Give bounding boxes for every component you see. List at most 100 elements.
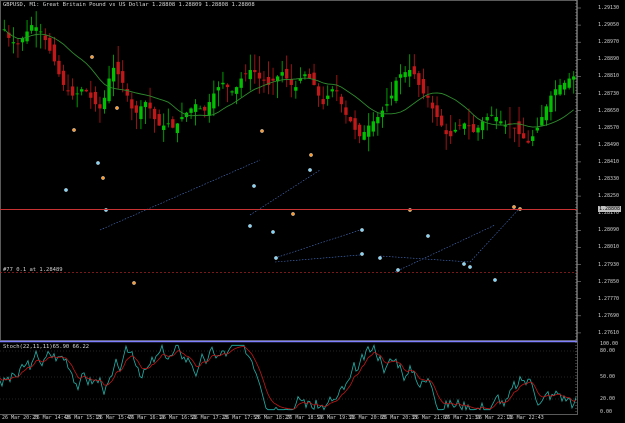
candle-body	[531, 136, 535, 141]
candle-body	[562, 82, 567, 90]
candle-body	[421, 79, 426, 94]
candle-body	[398, 74, 403, 78]
candle-body	[517, 121, 521, 135]
candle-body	[189, 108, 193, 113]
candle-body	[11, 42, 16, 44]
candle-body	[335, 90, 339, 92]
trade-arrow-icon	[104, 208, 108, 212]
trend-line	[379, 255, 471, 263]
candle-body	[285, 68, 289, 79]
candle-body	[48, 37, 52, 51]
price-axis-label: 1.27850	[598, 278, 620, 285]
price-axis-label: 1.27610	[598, 329, 620, 336]
candle-body	[43, 35, 47, 41]
candle-body	[230, 91, 234, 93]
candle-body	[430, 102, 435, 109]
price-axis-label: 1.28730	[598, 90, 620, 97]
candle-body	[417, 73, 421, 85]
candle-body	[171, 119, 175, 128]
trade-arrow-icon	[309, 153, 313, 157]
candle-body	[280, 72, 284, 76]
candle-body	[89, 92, 93, 98]
trend-line	[394, 224, 496, 273]
candle-body	[29, 25, 34, 31]
price-axis-label: 1.28570	[598, 124, 620, 131]
trade-arrow-icon	[426, 234, 430, 238]
candle-body	[61, 70, 66, 85]
trade-arrow-icon	[360, 228, 364, 232]
candle-body	[111, 67, 116, 82]
price-axis-label: 1.28650	[598, 107, 620, 114]
trend-line	[469, 209, 519, 263]
trade-arrow-icon	[132, 281, 136, 285]
candle-body	[339, 96, 344, 105]
candle-body	[98, 104, 102, 109]
candle-body	[553, 89, 558, 96]
trade-arrow-icon	[115, 106, 119, 110]
trade-arrow-icon	[468, 265, 472, 269]
trade-arrow-icon	[462, 262, 466, 266]
candle-body	[412, 66, 416, 75]
candle-body	[207, 102, 211, 116]
main-panel-frame	[0, 0, 577, 341]
trade-arrow-icon	[518, 207, 522, 211]
trade-arrow-icon	[396, 268, 400, 272]
chart-window[interactable]: GBPUSD, M1: Great Britain Pound vs US Do…	[0, 0, 625, 423]
candle-body	[376, 117, 380, 124]
trade-arrow-icon	[101, 176, 105, 180]
trade-arrow-icon	[248, 224, 252, 228]
trade-arrow-icon	[512, 205, 516, 209]
chart-canvas[interactable]	[0, 0, 625, 423]
candle-body	[408, 69, 412, 77]
time-axis[interactable]: 26 Mar 20:25 26 Mar 14:40 26 Mar 15:15 26 M…	[0, 415, 577, 423]
stoch-level-label-50: 50.00	[600, 374, 616, 380]
candle-body	[248, 69, 252, 80]
price-axis-label: 1.29050	[598, 22, 620, 29]
trade-arrow-icon	[493, 278, 497, 282]
trade-arrow-icon	[360, 252, 364, 256]
candle-body	[80, 89, 84, 92]
trend-lines-layer	[99, 159, 519, 273]
stoch-level-label-100: 100.00	[600, 341, 619, 347]
candle-body	[471, 124, 476, 132]
trade-arrow-icon	[274, 256, 278, 260]
candle-body	[262, 79, 266, 81]
candle-body	[403, 72, 407, 78]
candle-body	[316, 86, 321, 96]
candle-body	[198, 108, 202, 110]
trade-arrow-icon	[271, 230, 275, 234]
candle-body	[175, 123, 180, 134]
candle-body	[143, 102, 148, 108]
candle-body	[57, 60, 61, 75]
candle-body	[134, 105, 139, 113]
candle-body	[549, 95, 553, 113]
trend-line	[274, 229, 361, 259]
candle-body	[162, 125, 166, 130]
candle-body	[39, 31, 43, 33]
candle-body	[435, 105, 439, 118]
candle-body	[353, 118, 357, 130]
candle-body	[385, 104, 389, 106]
time-axis-label: 26 Mar 22:43	[507, 415, 544, 421]
candle-body	[321, 99, 325, 105]
trend-line	[249, 169, 321, 216]
candle-body	[102, 97, 107, 110]
candle-body	[294, 87, 298, 91]
candle-body	[344, 107, 348, 115]
candle-body	[540, 117, 544, 126]
candle-body	[193, 104, 198, 112]
order-label[interactable]: #77 0.1 at 1.28489	[3, 267, 63, 273]
candle-body	[221, 82, 225, 85]
candle-body	[572, 76, 576, 80]
trade-arrow-icon	[291, 212, 295, 216]
candle-body	[449, 130, 453, 137]
candle-body	[125, 88, 129, 96]
candle-body	[116, 61, 120, 75]
candle-body	[326, 95, 330, 99]
candle-body	[367, 125, 371, 137]
candle-body	[357, 124, 362, 137]
candle-body	[234, 87, 239, 94]
candle-body	[362, 131, 366, 140]
price-axis[interactable]: 1.29130 1.29050 1.28970 1.28890 1.28810 1.287…	[580, 0, 625, 341]
candle-body	[289, 79, 293, 85]
